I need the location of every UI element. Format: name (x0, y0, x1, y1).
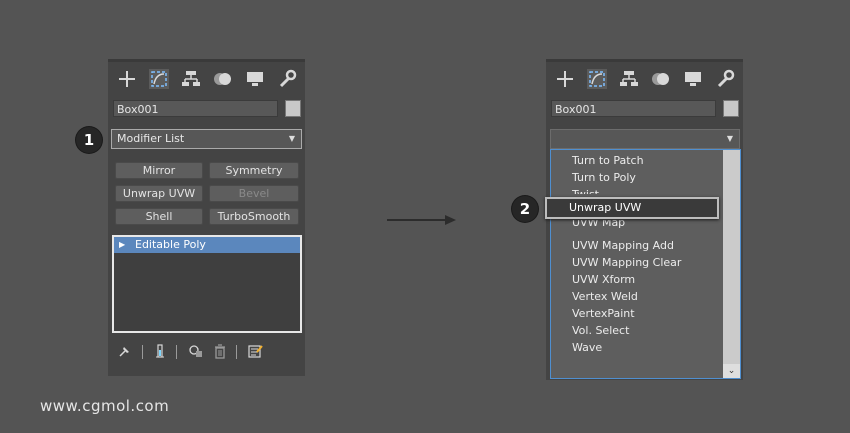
expand-triangle-icon[interactable]: ▶ (119, 237, 125, 253)
command-panel-tabs (111, 65, 308, 93)
modifier-list-label: Modifier List (117, 132, 185, 145)
list-item[interactable]: Turn to Patch (572, 152, 644, 169)
step-1-badge: 1 (76, 127, 102, 153)
list-item[interactable]: Wave (572, 339, 602, 356)
display-icon[interactable] (677, 65, 709, 93)
modifier-list-dropdown[interactable]: Modifier List ▼ (111, 129, 302, 149)
object-color-swatch[interactable] (723, 100, 739, 117)
list-item[interactable]: VertexPaint (572, 305, 635, 322)
make-unique-icon[interactable] (188, 343, 204, 359)
scrollbar[interactable] (723, 150, 740, 364)
bevel-button[interactable]: Bevel (209, 185, 299, 202)
chevron-down-icon: ▼ (726, 134, 733, 143)
turbosmooth-button[interactable]: TurboSmooth (209, 208, 299, 225)
shell-button[interactable]: Shell (115, 208, 203, 225)
list-item[interactable]: UVW Mapping Add (572, 237, 674, 254)
modifier-stack: ▶ Editable Poly (112, 235, 302, 333)
hierarchy-icon[interactable] (175, 65, 207, 93)
list-item[interactable]: Turn to Poly (572, 169, 636, 186)
modifier-list-dropdown[interactable]: ▼ (550, 129, 740, 149)
toolbar-separator (236, 345, 237, 359)
toolbar-separator (176, 345, 177, 359)
command-panel-right: Box001 ▼ Turn to Patch Turn to Poly Twis… (546, 59, 743, 380)
watermark: www.cgmol.com (40, 397, 170, 415)
list-item[interactable]: UVW Xform (572, 271, 635, 288)
scroll-down-button[interactable]: ⌄ (723, 364, 740, 378)
stack-item-editable-poly[interactable]: ▶ Editable Poly (114, 237, 300, 253)
highlighted-item-unwrap-uvw[interactable]: Unwrap UVW (545, 197, 719, 219)
command-panel-left: Box001 Modifier List ▼ Mirror Symmetry U… (108, 59, 305, 376)
remove-modifier-icon[interactable] (212, 343, 228, 359)
list-item[interactable]: Twist (572, 186, 599, 194)
chevron-down-icon: ▼ (288, 134, 295, 143)
object-color-swatch[interactable] (285, 100, 301, 117)
configure-modifier-sets-icon[interactable] (247, 343, 263, 359)
hierarchy-icon[interactable] (613, 65, 645, 93)
motion-icon[interactable] (645, 65, 677, 93)
utilities-icon[interactable] (271, 65, 303, 93)
pin-stack-icon[interactable] (117, 343, 133, 359)
step-2-badge: 2 (512, 196, 538, 222)
object-name-field[interactable]: Box001 (113, 100, 278, 117)
utilities-icon[interactable] (709, 65, 741, 93)
chevron-down-icon: ⌄ (727, 366, 736, 376)
list-item[interactable]: UVW Mapping Clear (572, 254, 681, 271)
stack-item-label: Editable Poly (135, 238, 206, 251)
symmetry-button[interactable]: Symmetry (209, 162, 299, 179)
create-icon[interactable] (549, 65, 581, 93)
arrow-right-icon (387, 215, 456, 225)
mirror-button[interactable]: Mirror (115, 162, 203, 179)
toolbar-separator (142, 345, 143, 359)
show-end-result-icon[interactable] (152, 343, 168, 359)
modify-icon[interactable] (143, 65, 175, 93)
list-item[interactable]: Vertex Weld (572, 288, 638, 305)
object-name-field[interactable]: Box001 (551, 100, 716, 117)
modify-icon[interactable] (581, 65, 613, 93)
modifier-dropdown-list: Turn to Patch Turn to Poly Twist UVW Map… (550, 149, 741, 379)
list-item[interactable]: UVW Map (572, 220, 625, 230)
unwrap-uvw-button[interactable]: Unwrap UVW (115, 185, 203, 202)
list-item[interactable]: Vol. Select (572, 322, 629, 339)
display-icon[interactable] (239, 65, 271, 93)
motion-icon[interactable] (207, 65, 239, 93)
create-icon[interactable] (111, 65, 143, 93)
command-panel-tabs (549, 65, 746, 93)
